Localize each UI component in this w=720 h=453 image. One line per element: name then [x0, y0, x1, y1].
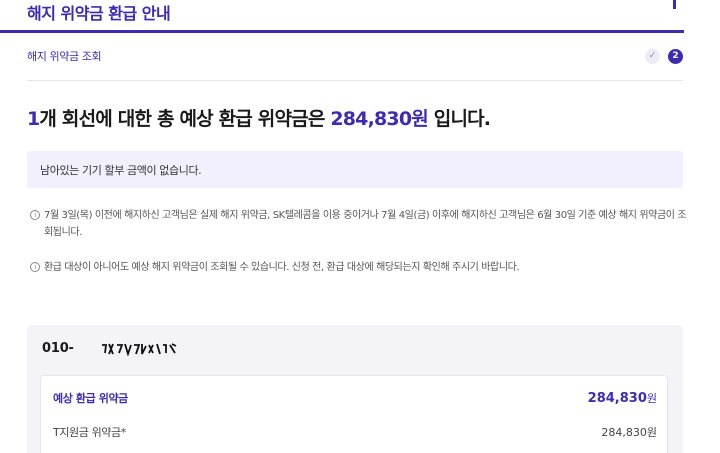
summary-text-end: 입니다.: [427, 108, 491, 130]
section-divider: [27, 80, 683, 81]
refund-summary-heading: 1개 회선에 대한 총 예상 환급 위약금은 284,830원 입니다.: [27, 104, 491, 131]
t-subsidy-penalty-label: T지원금 위약금*: [53, 426, 126, 439]
step-label: 해지 위약금 조회: [27, 50, 102, 63]
summary-text-mid: 개 회선에 대한 총 예상 환급 위약금은: [39, 108, 331, 130]
step-bar: 해지 위약금 조회 ✓ 2: [0, 36, 720, 80]
refund-detail-box: 예상 환급 위약금 284,830원 T지원금 위약금* 284,830원: [40, 375, 668, 453]
line-count: 1: [27, 108, 40, 130]
t-subsidy-penalty-row: T지원금 위약금* 284,830원: [53, 424, 657, 442]
info-note-2: i 환급 대상이 아니어도 예상 해지 위약금이 조회될 수 있습니다. 신청 …: [30, 259, 690, 293]
installment-notice-text: 남아있는 기기 할부 금액이 없습니다.: [40, 164, 202, 177]
line-card: 010- 예상 환급 위약금 284,830원 T지원금 위약금* 284,83…: [27, 325, 683, 453]
header-edge-bar: [673, 0, 676, 9]
info-note-1: i 7월 3일(목) 이전에 해지하신 고객님은 실제 해지 위약금, SK텔레…: [30, 207, 690, 241]
info-note-1-text: 7월 3일(목) 이전에 해지하신 고객님은 실제 해지 위약금, SK텔레콤을…: [44, 210, 687, 238]
t-subsidy-penalty-amount: 284,830원: [601, 426, 657, 439]
expected-refund-unit: 원: [646, 392, 657, 405]
info-icon: i: [30, 262, 40, 272]
expected-refund-label: 예상 환급 위약금: [53, 392, 128, 405]
masked-phone-digits: [102, 343, 177, 356]
expected-refund-value: 284,830원: [588, 390, 657, 406]
page-header: 해지 위약금 환급 안내: [0, 0, 684, 33]
page-title: 해지 위약금 환급 안내: [27, 4, 171, 23]
phone-number: 010-: [42, 341, 74, 356]
info-note-2-text: 환급 대상이 아니어도 예상 해지 위약금이 조회될 수 있습니다. 신청 전,…: [44, 262, 520, 273]
installment-notice: 남아있는 기기 할부 금액이 없습니다.: [27, 151, 683, 188]
total-refund-amount: 284,830원: [330, 108, 428, 130]
expected-refund-row: 예상 환급 위약금 284,830원: [53, 390, 657, 408]
step-current-number: 2: [668, 49, 683, 64]
info-icon: i: [30, 210, 40, 220]
expected-refund-amount: 284,830: [587, 391, 647, 406]
step-done-check-icon: ✓: [645, 49, 660, 64]
